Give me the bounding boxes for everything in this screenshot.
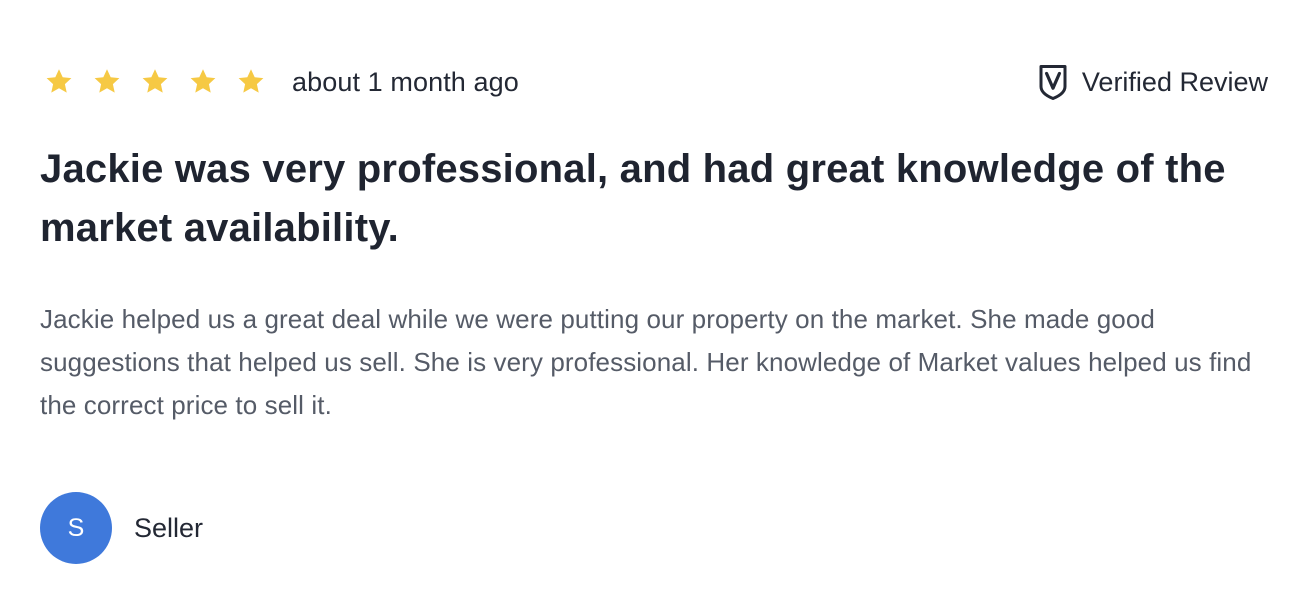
review-header: about 1 month ago Verified Review <box>40 60 1268 104</box>
star-icon <box>238 69 264 93</box>
star-icon <box>190 69 216 93</box>
star-rating <box>44 67 266 97</box>
rating-group: about 1 month ago <box>40 67 519 98</box>
review-title: Jackie was very professional, and had gr… <box>40 147 1226 250</box>
reviewer-role: Seller <box>134 512 204 543</box>
avatar: S <box>40 492 112 564</box>
star-icon <box>142 69 168 93</box>
star-icon <box>94 69 120 93</box>
review-card: about 1 month ago Verified Review Jackie… <box>0 0 1304 604</box>
review-time: about 1 month ago <box>292 66 519 97</box>
review-body: Jackie helped us a great deal while we w… <box>40 304 1252 420</box>
shield-check-icon <box>1039 65 1067 100</box>
verified-review-badge: Verified Review <box>1038 63 1268 101</box>
star-icon <box>46 69 72 93</box>
verified-review-label: Verified Review <box>1081 66 1268 97</box>
reviewer: S Seller <box>40 492 203 564</box>
